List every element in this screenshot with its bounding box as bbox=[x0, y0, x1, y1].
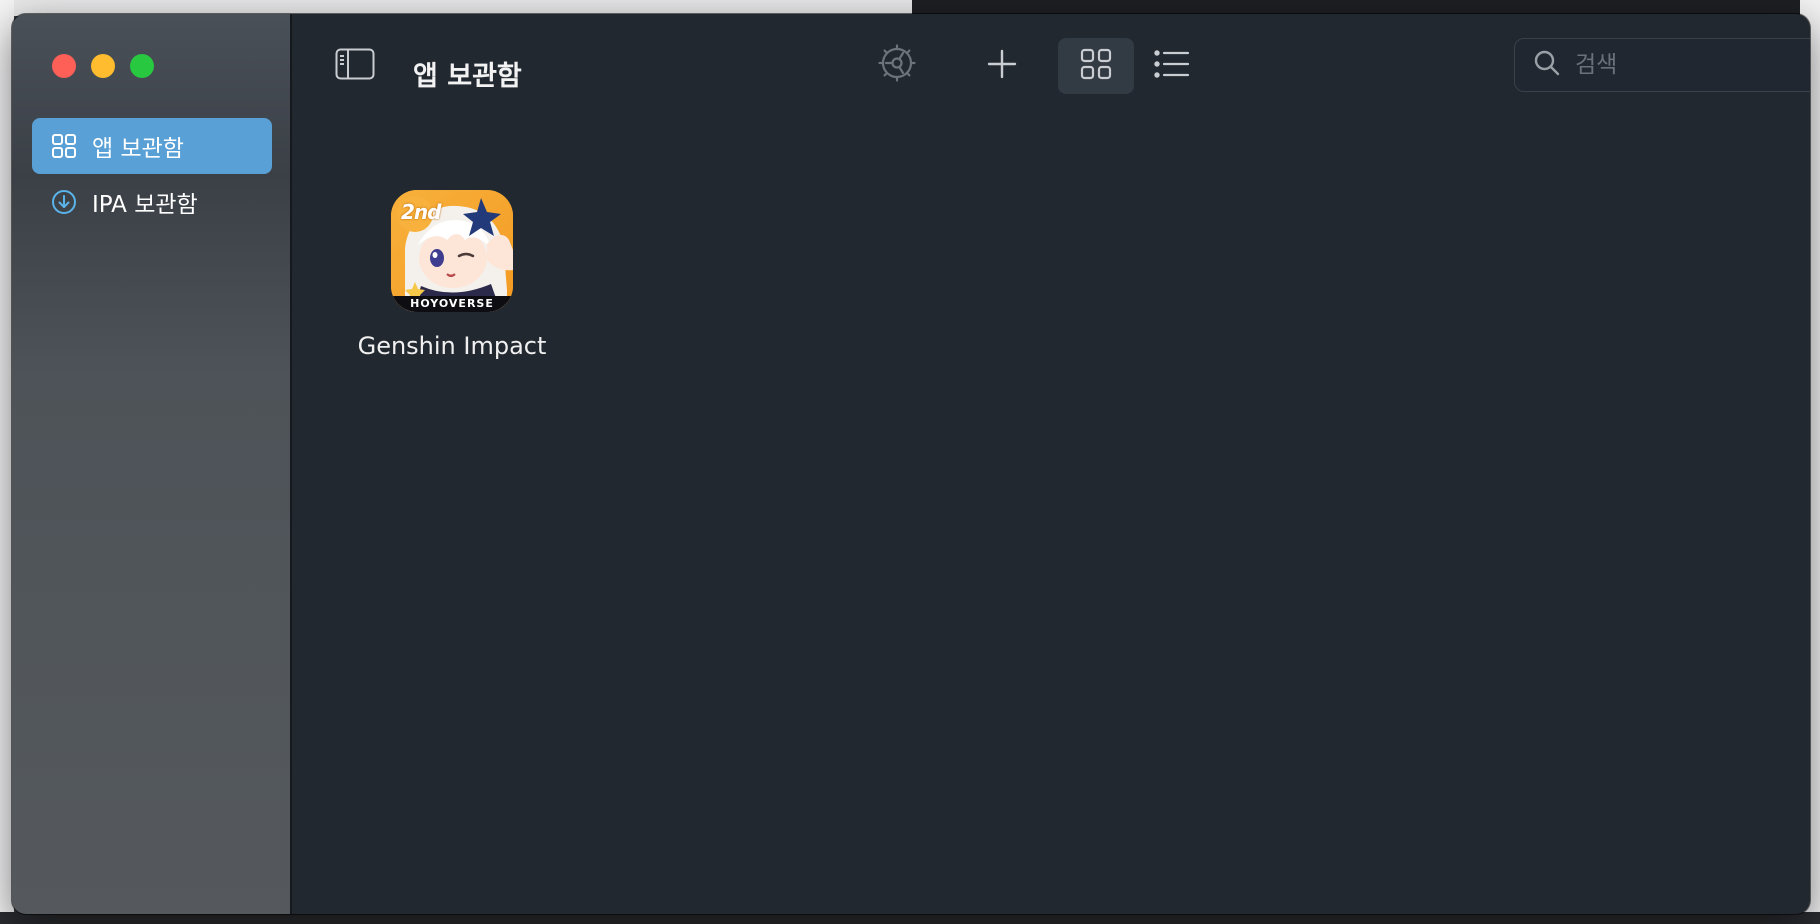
page-title: 앱 보관함 bbox=[413, 61, 522, 92]
sidebar-item-label: 앱 보관함 bbox=[92, 136, 184, 162]
publisher-mark: HOYOVERSE bbox=[410, 297, 494, 310]
settings-button[interactable] bbox=[876, 44, 918, 86]
sidebar: 앱 보관함 IPA 보관함 bbox=[12, 14, 292, 914]
list-icon bbox=[1154, 49, 1190, 83]
grid-view-button[interactable] bbox=[1058, 38, 1134, 94]
search-icon bbox=[1533, 49, 1561, 81]
app-name: Genshin Impact bbox=[357, 332, 547, 360]
sidebar-toggle-button[interactable] bbox=[334, 48, 376, 84]
sidebar-item-app-library[interactable]: 앱 보관함 bbox=[32, 118, 272, 174]
sidebar-item-ipa-library[interactable]: IPA 보관함 bbox=[32, 174, 272, 230]
gear-icon bbox=[878, 44, 916, 86]
zoom-button[interactable] bbox=[130, 54, 154, 78]
sidebar-icon bbox=[335, 48, 375, 84]
window-controls bbox=[52, 54, 154, 78]
app-window: 앱 보관함 IPA 보관함 앱 보관함 검색 2nd HOYOVERSE Gen… bbox=[12, 14, 1810, 914]
search-field[interactable] bbox=[1514, 38, 1810, 92]
add-button[interactable] bbox=[982, 46, 1022, 86]
main-content: 앱 보관함 검색 2nd HOYOVERSE Genshin Impact bbox=[292, 14, 1810, 914]
grid-icon bbox=[1080, 48, 1112, 84]
app-badge: 2nd bbox=[401, 200, 441, 224]
grid-icon bbox=[50, 132, 78, 160]
download-circle-icon bbox=[50, 188, 78, 216]
app-tile-genshin-impact[interactable]: 2nd HOYOVERSE Genshin Impact bbox=[352, 190, 552, 360]
app-icon[interactable]: 2nd HOYOVERSE bbox=[391, 190, 513, 312]
sidebar-item-label: IPA 보관함 bbox=[92, 192, 198, 218]
minimize-button[interactable] bbox=[91, 54, 115, 78]
search-input[interactable] bbox=[1573, 51, 1810, 79]
plus-icon bbox=[987, 49, 1017, 83]
close-button[interactable] bbox=[52, 54, 76, 78]
list-view-button[interactable] bbox=[1150, 44, 1194, 88]
